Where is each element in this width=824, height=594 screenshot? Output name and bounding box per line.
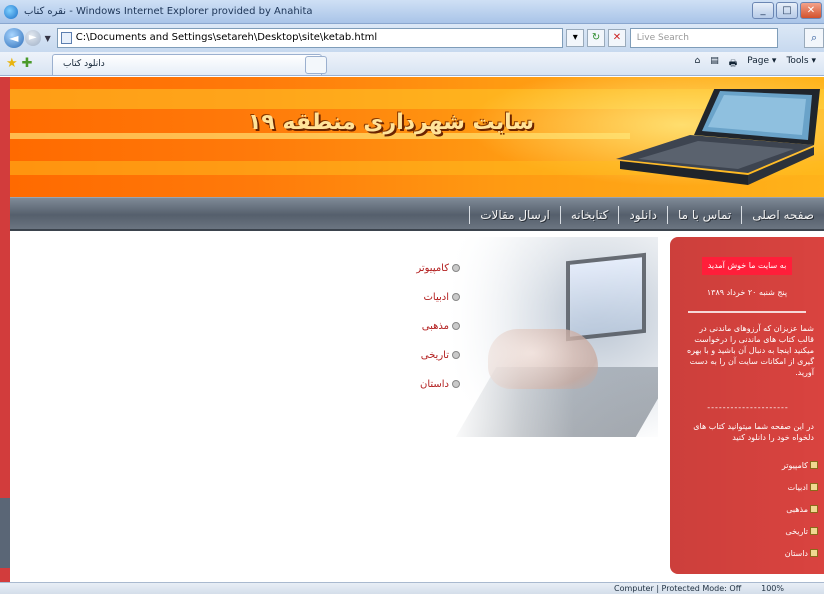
maximize-button[interactable]: □ [776, 2, 798, 19]
sidebar-link-label: ادبیات [787, 483, 808, 492]
nav-separator [741, 206, 743, 224]
sidebar-links: کامپیوتر ادبیات مذهبی تاریخی داستان [698, 455, 818, 565]
book-icon [810, 549, 818, 557]
sidebar-link-literature[interactable]: ادبیات [698, 477, 818, 499]
nav-separator [469, 206, 471, 224]
sidebar-link-label: مذهبی [786, 505, 808, 514]
tab-active[interactable]: دانلود کتاب [52, 54, 322, 75]
tools-menu[interactable]: Tools ▾ [786, 56, 816, 72]
sidebar-link-label: تاریخی [785, 527, 808, 536]
zoom-level[interactable]: 100% [761, 584, 784, 593]
photo-fade [448, 237, 658, 437]
sidebar-download-text: در این صفحه شما میتوانید کتاب های دلخواه… [693, 422, 814, 442]
stop-icon[interactable]: ✕ [607, 29, 626, 47]
left-border-strip [0, 77, 10, 582]
header-banner: سایت شهرداری منطقه ۱۹ [10, 77, 824, 197]
sidebar-link-religious[interactable]: مذهبی [698, 499, 818, 521]
bullet-icon [452, 322, 460, 330]
book-icon [810, 483, 818, 491]
bullet-icon [452, 380, 460, 388]
sidebar-dashes: --------------------- [707, 403, 789, 412]
left-strip-red [0, 568, 10, 582]
hero-photo [448, 237, 658, 437]
favorites-bar: ★ ✚ دانلود کتاب ⌂ ▤ 🖶 Page ▾ Tools ▾ [0, 52, 824, 76]
sidebar: به سایت ما خوش آمدید پنج شنبه ۲۰ خرداد ۱… [670, 237, 824, 574]
address-input[interactable]: C:\Documents and Settings\setareh\Deskto… [56, 28, 564, 48]
ie-icon [4, 4, 18, 19]
forward-button[interactable]: ► [24, 30, 41, 46]
nav-download[interactable]: دانلود [619, 208, 667, 222]
home-icon[interactable]: ⌂ [695, 56, 701, 72]
security-zone: Computer | Protected Mode: Off [614, 584, 742, 593]
browser-window: نقره کتاب - Windows Internet Explorer pr… [0, 0, 824, 594]
book-icon [810, 461, 818, 469]
category-label: داستان [419, 379, 449, 390]
welcome-badge: به سایت ما خوش آمدید [702, 257, 792, 275]
nav-submit-articles[interactable]: ارسال مقالات [470, 208, 560, 222]
page-icon [60, 32, 72, 44]
page-menu[interactable]: Page ▾ [747, 56, 776, 72]
bullet-icon [452, 293, 460, 301]
category-link-story[interactable]: داستان [380, 379, 460, 408]
laptop-image [616, 89, 820, 185]
sidebar-link-story[interactable]: داستان [698, 543, 818, 565]
address-dropdown-icon[interactable]: ▾ [566, 29, 585, 47]
address-toolbar: ◄ ► ▼ C:\Documents and Settings\setareh\… [0, 24, 824, 52]
category-link-computer[interactable]: کامپیوتر [380, 263, 460, 292]
history-dropdown-icon[interactable]: ▼ [45, 34, 51, 43]
sidebar-divider [688, 311, 806, 313]
bullet-icon [452, 351, 460, 359]
nav-home[interactable]: صفحه اصلی [742, 208, 824, 222]
tab-title: دانلود کتاب [63, 59, 105, 69]
new-tab-button[interactable] [305, 56, 327, 74]
status-bar: Computer | Protected Mode: Off 100% [0, 582, 824, 594]
bullet-icon [452, 264, 460, 272]
window-controls: _ □ ✕ [752, 2, 822, 19]
category-label: ادبیات [423, 292, 450, 303]
page-viewport: سایت شهرداری منطقه ۱۹ صفحه اصلی تماس با … [0, 77, 824, 582]
book-icon [810, 527, 818, 535]
category-link-history[interactable]: تاریخی [380, 350, 460, 379]
site-title: سایت شهرداری منطقه ۱۹ [248, 110, 534, 135]
command-bar: ⌂ ▤ 🖶 Page ▾ Tools ▾ [695, 56, 816, 72]
sidebar-intro-text: شما عزیزان که آرزوهای ماندنی در قالب کتا… [686, 324, 814, 377]
category-link-literature[interactable]: ادبیات [380, 292, 460, 321]
category-link-religious[interactable]: مذهبی [380, 321, 460, 350]
print-icon[interactable]: 🖶 [729, 56, 738, 72]
minimize-button[interactable]: _ [752, 2, 774, 19]
sidebar-link-label: کامپیوتر [781, 461, 808, 470]
sidebar-link-label: داستان [784, 549, 808, 558]
nav-library[interactable]: کتابخانه [561, 208, 619, 222]
book-icon [810, 505, 818, 513]
category-label: تاریخی [420, 350, 449, 361]
nav-separator [618, 206, 620, 224]
nav-contact[interactable]: تماس با ما [668, 208, 741, 222]
title-bar: نقره کتاب - Windows Internet Explorer pr… [0, 0, 824, 24]
main-nav: صفحه اصلی تماس با ما دانلود کتابخانه ارس… [10, 197, 824, 231]
nav-separator [666, 206, 668, 224]
back-button[interactable]: ◄ [4, 28, 24, 48]
window-title: نقره کتاب - Windows Internet Explorer pr… [24, 6, 313, 17]
search-icon[interactable]: ⌕ [804, 28, 824, 48]
search-input[interactable]: Live Search [629, 28, 779, 48]
date-text: پنج شنبه ۲۰ خرداد ۱۳۸۹ [706, 288, 788, 297]
favorites-star-icon[interactable]: ★ [6, 56, 18, 71]
feeds-icon[interactable]: ▤ [710, 56, 719, 72]
category-list: کامپیوتر ادبیات مذهبی تاریخی داستان [380, 263, 460, 408]
sidebar-link-history[interactable]: تاریخی [698, 521, 818, 543]
add-favorites-icon[interactable]: ✚ [22, 56, 33, 71]
nav-separator [559, 206, 561, 224]
sidebar-link-computer[interactable]: کامپیوتر [698, 455, 818, 477]
category-label: مذهبی [421, 321, 449, 332]
refresh-icon[interactable]: ↻ [587, 29, 605, 47]
left-strip-grey [0, 498, 10, 568]
category-label: کامپیوتر [416, 263, 449, 274]
close-button[interactable]: ✕ [800, 2, 822, 19]
address-url: C:\Documents and Settings\setareh\Deskto… [75, 32, 378, 43]
